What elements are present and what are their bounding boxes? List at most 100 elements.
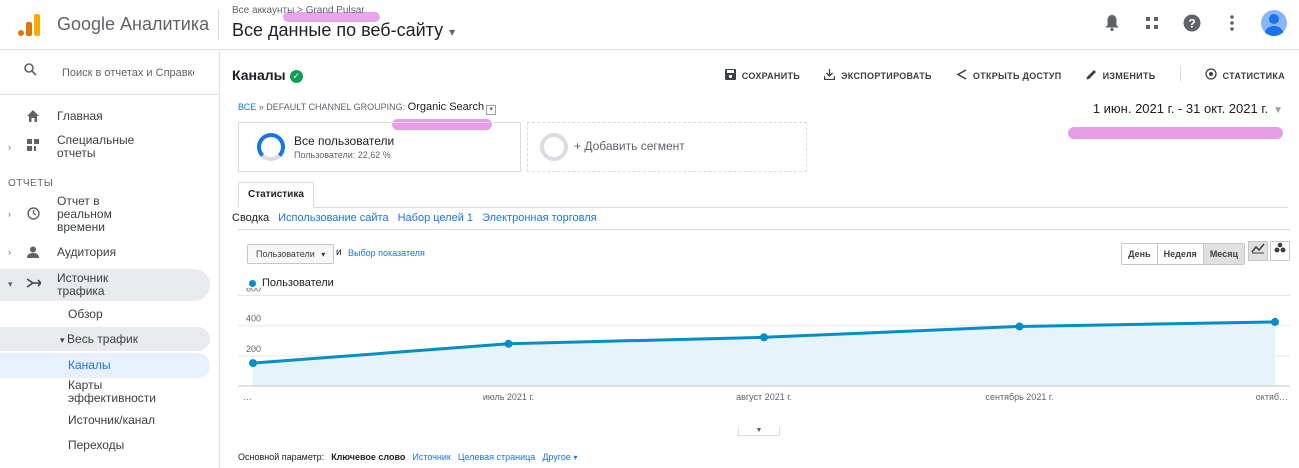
metric-select[interactable]: Пользователи ▾ (247, 244, 335, 264)
x-tick-label: август 2021 г. (736, 392, 792, 402)
collapse-chart-toggle[interactable]: ▼ (738, 427, 780, 436)
share-icon (956, 68, 967, 83)
insights-button[interactable]: СТАТИСТИКА (1204, 68, 1285, 83)
acquisition-icon (26, 277, 43, 292)
period-month-button[interactable]: Месяц (1203, 244, 1244, 264)
share-label: ОТКРЫТЬ ДОСТУП (972, 70, 1062, 81)
verified-check-icon: ✓ (289, 70, 303, 83)
page-title: Каналы ✓ (232, 67, 303, 83)
top-bar: Google Аналитика Все аккаунты > Grand Pu… (0, 0, 1299, 50)
data-point[interactable] (504, 339, 513, 348)
sidebar-item-overview[interactable]: Обзор (0, 306, 210, 326)
metric-picker-link[interactable]: Выбор показателя (348, 248, 425, 258)
date-range-picker[interactable]: 1 июн. 2021 г. - 31 окт. 2021 г. ▼ (1093, 101, 1283, 116)
caret-down-icon: ▾ (449, 25, 456, 39)
tab-bar: Статистика (238, 182, 1288, 208)
data-point[interactable] (249, 359, 257, 368)
sidebar-item-label: Специальные отчеты (57, 133, 135, 160)
sidebar-item-realtime[interactable]: › Отчет в реальном времени (0, 195, 210, 235)
sidebar-item-custom-reports[interactable]: › Специальные отчеты (0, 134, 210, 164)
chevron-right-icon: › (8, 142, 11, 152)
segment-card[interactable]: Все пользователи Пользователи: 22,62 % (238, 122, 521, 172)
users-line-chart: 200 400 600 … июль 2021 г. август 2021 г. сент… (238, 288, 1290, 402)
x-tick-label: сентябрь 2021 г. (985, 392, 1053, 402)
data-point[interactable] (1271, 317, 1279, 326)
y-tick-label: 600 (246, 288, 261, 294)
dimension-landing-link[interactable]: Целевая страница (458, 452, 535, 462)
avatar[interactable] (1261, 10, 1287, 36)
sidebar-item-acquisition[interactable]: ▾ Источник трафика (0, 272, 210, 302)
account-breadcrumb[interactable]: Все аккаунты > Grand Pulsar (232, 5, 365, 16)
report-breadcrumb: ВСЕ » DEFAULT CHANNEL GROUPING: Organic … (238, 101, 497, 115)
period-toggle: День Неделя Месяц (1121, 243, 1245, 265)
add-segment-card[interactable]: + Добавить сегмент (527, 122, 807, 172)
motion-chart-icon[interactable] (1270, 241, 1290, 261)
data-point[interactable] (1015, 322, 1024, 331)
subtab-site-usage[interactable]: Использование сайта (278, 212, 388, 224)
sidebar-item-treemaps[interactable]: Карты эффективности (0, 379, 210, 409)
apps-grid-icon[interactable] (1141, 12, 1163, 34)
home-icon (27, 110, 39, 125)
dimension-other-label: Другое (542, 452, 571, 462)
dimension-source-link[interactable]: Источник (412, 452, 450, 462)
share-button[interactable]: ОТКРЫТЬ ДОСТУП (956, 68, 1062, 83)
data-point[interactable] (760, 333, 768, 342)
sidebar-item-label: Главная (57, 109, 103, 123)
save-button[interactable]: СОХРАНИТЬ (724, 68, 800, 83)
sidebar-item-audience[interactable]: › Аудитория (0, 246, 210, 266)
breadcrumb-separator: > (297, 5, 303, 16)
metric-select-value: Пользователи (256, 249, 315, 259)
breadcrumb-all[interactable]: ВСЕ (238, 102, 256, 112)
view-selector[interactable]: Все данные по веб-сайту ▾ (232, 20, 455, 41)
dimension-keyword[interactable]: Ключевое слово (331, 452, 405, 462)
help-icon[interactable]: ? (1181, 12, 1203, 34)
more-vert-icon[interactable] (1221, 12, 1243, 34)
sidebar-item-home[interactable]: Главная (0, 110, 210, 130)
notifications-bell-icon[interactable] (1101, 12, 1123, 34)
sidebar-item-referrals[interactable]: Переходы (0, 437, 210, 457)
sidebar-item-label: Переходы (68, 438, 125, 452)
breadcrumb-separator: » (258, 102, 264, 112)
report-content: Каналы ✓ СОХРАНИТЬ ЭКСПОРТИРОВАТЬ ОТКРЫТЬ… (221, 51, 1299, 468)
breadcrumb-accounts[interactable]: Все аккаунты (232, 5, 294, 16)
top-icons: ? (1101, 10, 1287, 36)
x-tick-label: … (243, 392, 252, 402)
sidebar: Поиск в отчетах и Справке Главная › Спец… (0, 51, 220, 468)
subtab-goal-set[interactable]: Набор целей 1 (398, 212, 473, 224)
period-day-button[interactable]: День (1122, 244, 1158, 264)
divider (1179, 66, 1181, 82)
sidebar-item-all-traffic[interactable]: ▾ Весь трафик (0, 331, 210, 351)
tab-statistics[interactable]: Статистика (238, 182, 314, 208)
chevron-down-icon: ▾ (8, 279, 13, 289)
segment-ring-icon (540, 133, 568, 161)
dimension-other-dropdown[interactable]: Другое ▾ (542, 452, 577, 462)
line-chart-icon[interactable] (1248, 241, 1268, 261)
x-tick-label: июль 2021 г. (483, 392, 534, 402)
sidebar-item-label: Источник/канал (68, 413, 156, 427)
date-range-label: 1 июн. 2021 г. - 31 окт. 2021 г. (1092, 101, 1269, 116)
dropdown-icon[interactable]: ▾ (486, 105, 497, 115)
search-placeholder: Поиск в отчетах и Справке (62, 67, 194, 79)
analytics-logo-icon[interactable] (18, 12, 42, 36)
export-icon (823, 68, 836, 83)
breadcrumb-property[interactable]: Grand Pulsar (306, 5, 365, 16)
subtab-summary[interactable]: Сводка (232, 212, 269, 224)
export-label: ЭКСПОРТИРОВАТЬ (841, 70, 932, 81)
period-week-button[interactable]: Неделя (1157, 244, 1204, 264)
sidebar-item-label: Карты эффективности (68, 378, 157, 405)
edit-button[interactable]: ИЗМЕНИТЬ (1086, 68, 1156, 83)
subtab-ecommerce[interactable]: Электронная торговля (482, 212, 597, 224)
save-icon (724, 68, 736, 83)
sidebar-search[interactable]: Поиск в отчетах и Справке (0, 51, 220, 95)
section-reports: ОТЧЕТЫ (8, 178, 54, 189)
insights-label: СТАТИСТИКА (1222, 70, 1285, 81)
insights-icon (1204, 68, 1217, 83)
edit-label: ИЗМЕНИТЬ (1102, 70, 1156, 81)
clock-icon (27, 207, 40, 223)
y-tick-label: 400 (246, 314, 261, 324)
sidebar-item-channels[interactable]: Каналы (0, 357, 210, 377)
export-button[interactable]: ЭКСПОРТИРОВАТЬ (823, 68, 932, 83)
sidebar-item-source-medium[interactable]: Источник/канал (0, 412, 210, 432)
subtabs: Сводка Использование сайта Набор целей 1… (232, 212, 597, 224)
report-title: Каналы (232, 67, 286, 83)
